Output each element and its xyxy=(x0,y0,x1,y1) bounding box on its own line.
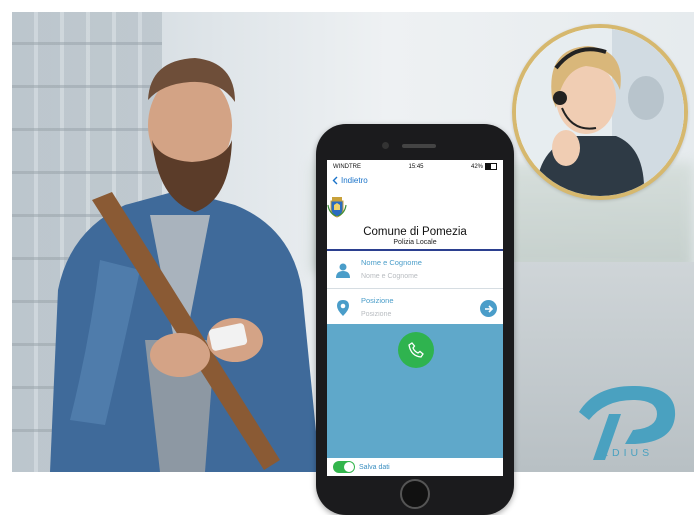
app-title: Comune di Pomezia xyxy=(363,226,467,238)
earpiece-speaker xyxy=(402,144,436,148)
smartphone: WINDTRE 15:45 42% Indietro Comune di Pom… xyxy=(316,124,514,515)
name-field-label: Nome e Cognome xyxy=(361,258,422,267)
location-pin-icon xyxy=(337,300,349,316)
battery-indicator: 42% xyxy=(470,163,497,171)
call-panel xyxy=(327,324,503,458)
back-button[interactable]: Indietro xyxy=(327,172,503,188)
phone-icon xyxy=(408,342,424,358)
status-time: 15:45 xyxy=(408,164,424,170)
app-subtitle: Polizia Locale xyxy=(393,239,437,246)
front-camera xyxy=(382,142,389,149)
save-data-label: Salva dati xyxy=(359,463,390,471)
logo-text: EDIUS xyxy=(601,447,654,459)
carrier-label: WINDTRE xyxy=(333,164,361,170)
location-field-label: Posizione xyxy=(361,296,394,305)
municipal-crest-icon xyxy=(327,197,347,218)
operator-portrait xyxy=(512,24,688,200)
name-input[interactable] xyxy=(361,271,471,281)
battery-percent: 42% xyxy=(470,164,483,171)
call-button[interactable] xyxy=(398,332,434,368)
save-data-toggle[interactable] xyxy=(333,461,355,473)
arrow-right-icon xyxy=(484,304,493,313)
home-button[interactable] xyxy=(400,479,430,509)
name-field: Nome e Cognome xyxy=(327,251,503,289)
back-label: Indietro xyxy=(341,175,368,185)
app-screen: WINDTRE 15:45 42% Indietro Comune di Pom… xyxy=(327,160,503,476)
location-field: Posizione xyxy=(327,289,503,327)
man-with-phone-illustration xyxy=(50,58,320,472)
battery-icon xyxy=(485,163,497,171)
location-go-button[interactable] xyxy=(480,300,497,317)
save-data-row: Salva dati xyxy=(327,458,503,476)
location-input[interactable] xyxy=(361,309,471,319)
chevron-left-icon xyxy=(332,176,338,184)
status-bar: WINDTRE 15:45 42% xyxy=(327,162,503,172)
person-icon xyxy=(336,263,350,278)
operator-illustration xyxy=(516,28,684,196)
